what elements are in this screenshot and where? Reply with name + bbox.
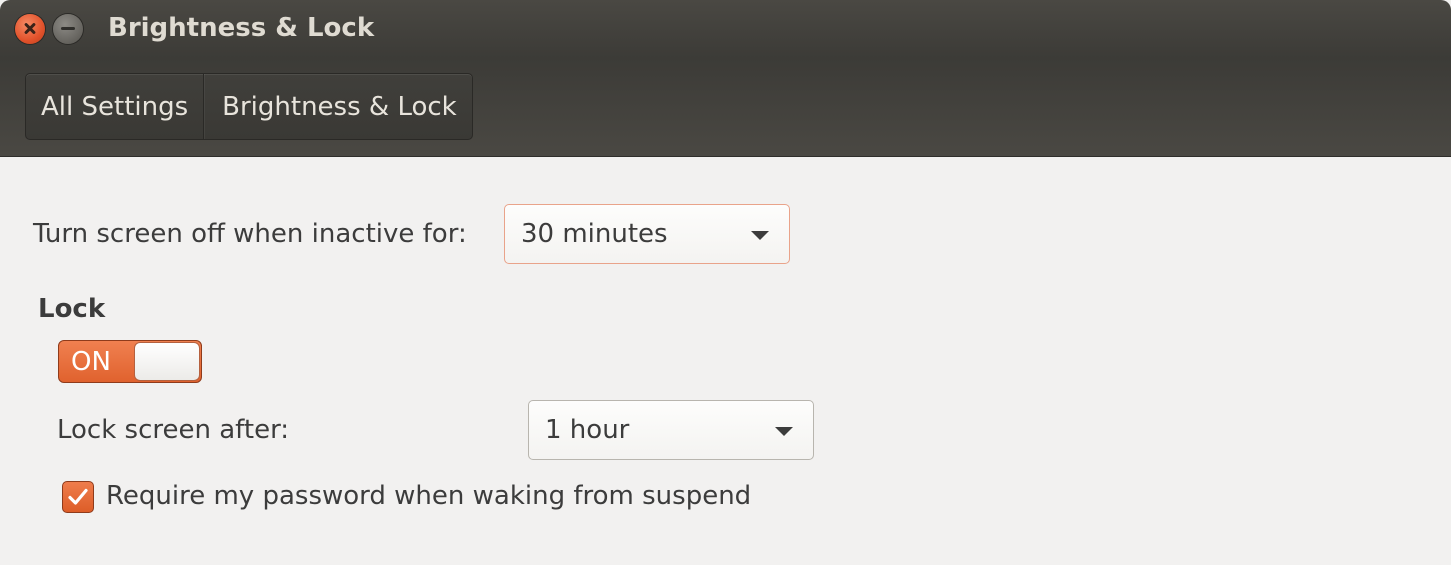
breadcrumb-all-settings[interactable]: All Settings: [26, 74, 203, 139]
chevron-down-icon: [775, 427, 793, 436]
breadcrumb-brightness-lock[interactable]: Brightness & Lock: [203, 74, 472, 139]
lock-toggle-switch[interactable]: ON: [58, 340, 202, 383]
chevron-down-icon: [751, 231, 769, 240]
screen-off-value: 30 minutes: [521, 219, 668, 249]
lock-after-value: 1 hour: [545, 415, 630, 445]
lock-after-dropdown[interactable]: 1 hour: [528, 400, 814, 460]
minimize-icon[interactable]: [53, 14, 83, 44]
require-password-label[interactable]: Require my password when waking from sus…: [106, 481, 751, 511]
close-icon[interactable]: [15, 14, 45, 44]
screen-off-dropdown[interactable]: 30 minutes: [504, 204, 790, 264]
settings-panel: Turn screen off when inactive for: 30 mi…: [0, 157, 1451, 565]
title-bar: Brightness & Lock: [0, 0, 1451, 58]
switch-state-label: ON: [71, 347, 111, 377]
require-password-checkbox[interactable]: [62, 481, 94, 513]
lock-after-label: Lock screen after:: [57, 415, 290, 445]
breadcrumb: All Settings Brightness & Lock: [25, 73, 473, 140]
screen-off-label: Turn screen off when inactive for:: [33, 219, 467, 249]
checkmark-icon: [68, 488, 88, 505]
window-title: Brightness & Lock: [108, 13, 375, 43]
switch-knob[interactable]: [134, 342, 200, 381]
toolbar: All Settings Brightness & Lock: [0, 58, 1451, 157]
settings-window: Brightness & Lock All Settings Brightnes…: [0, 0, 1451, 565]
lock-section-title: Lock: [38, 294, 106, 324]
